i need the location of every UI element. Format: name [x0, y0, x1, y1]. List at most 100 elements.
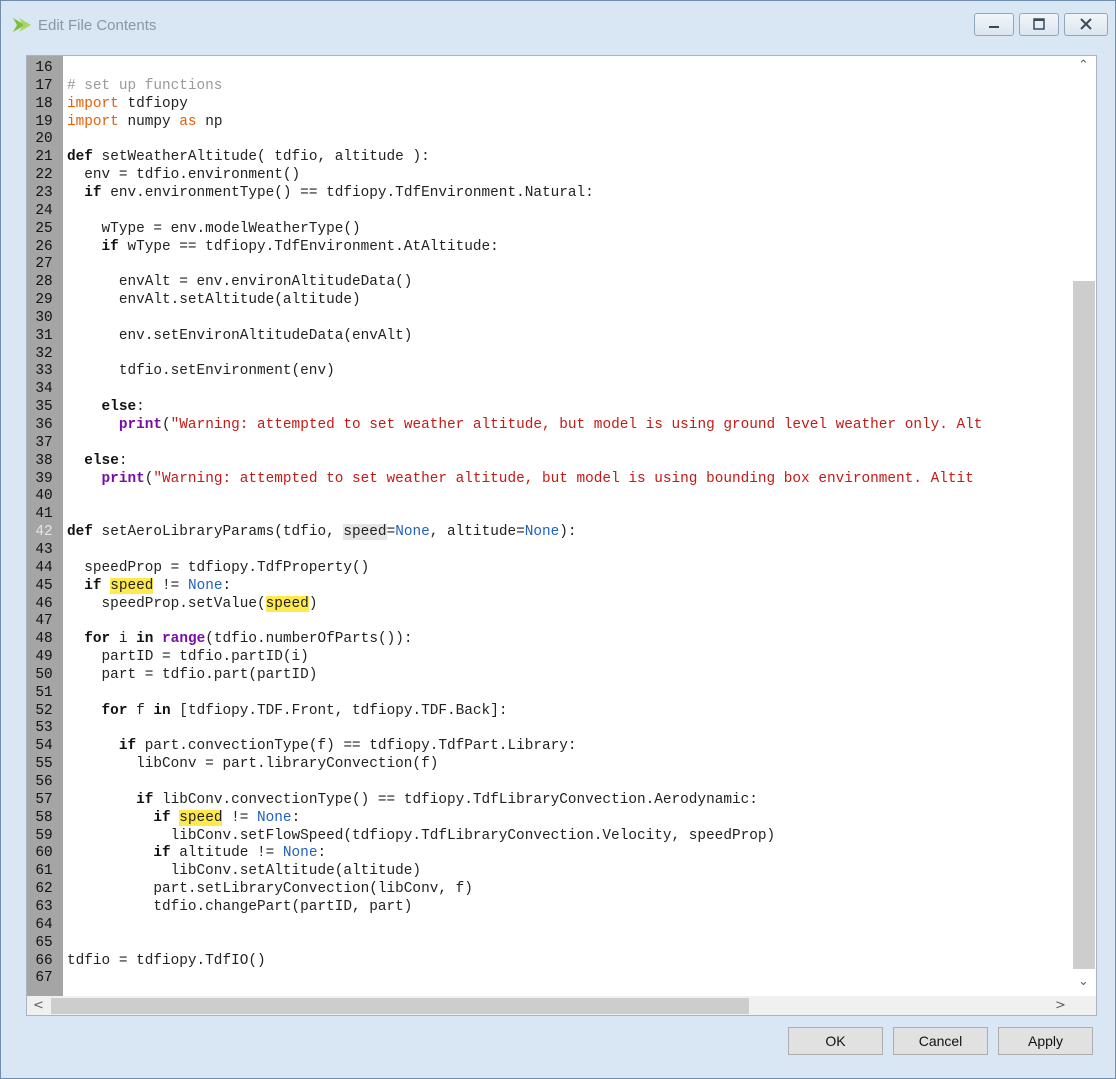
line-number: 63 [35, 898, 53, 915]
close-icon [1080, 18, 1092, 30]
code-text: env = tdfio.environment() [67, 167, 301, 184]
minimize-icon [989, 26, 999, 28]
title-bar[interactable]: Edit File Contents [1, 1, 1115, 51]
code-line[interactable]: 61 libConv.setAltitude(altitude) [35, 862, 1068, 880]
code-text: libConv = part.libraryConvection(f) [67, 756, 439, 773]
code-editor[interactable]: 16 17 # set up functions 18 import tdfiopy 19… [26, 55, 1097, 1016]
line-number: 48 [35, 631, 53, 648]
code-line[interactable]: 45 if speed != None: [35, 577, 1068, 595]
code-line[interactable]: 27 [35, 255, 1068, 273]
code-line[interactable]: 39 print("Warning: attempted to set weat… [35, 470, 1068, 488]
code-line[interactable]: 48 for i in range(tdfio.numberOfParts())… [35, 630, 1068, 648]
code-line[interactable]: 41 [35, 505, 1068, 523]
code-line[interactable]: 30 [35, 309, 1068, 327]
window-title: Edit File Contents [38, 17, 157, 34]
scroll-down-icon[interactable]: ⌄ [1078, 974, 1089, 989]
line-number: 67 [35, 970, 53, 987]
ok-button[interactable]: OK [788, 1027, 883, 1055]
code-line[interactable]: 58 if speed != None: [35, 809, 1068, 827]
line-number: 18 [35, 95, 53, 112]
code-line[interactable]: 46 speedProp.setValue(speed) [35, 595, 1068, 613]
code-line[interactable]: 23 if env.environmentType() == tdfiopy.T… [35, 184, 1068, 202]
code-line[interactable]: 62 part.setLibraryConvection(libConv, f) [35, 880, 1068, 898]
code-line[interactable]: 60 if altitude != None: [35, 844, 1068, 862]
code-line[interactable]: 19 import numpy as np [35, 113, 1068, 131]
code-text: if speed != None: [84, 577, 232, 594]
code-line[interactable]: 29 envAlt.setAltitude(altitude) [35, 291, 1068, 309]
line-number: 30 [35, 309, 53, 326]
code-text: tdfio.setEnvironment(env) [67, 363, 335, 380]
code-text: if part.convectionType(f) == tdfiopy.Tdf… [118, 738, 577, 755]
code-line[interactable]: 56 [35, 773, 1068, 791]
code-line[interactable]: 49 partID = tdfio.partID(i) [35, 648, 1068, 666]
line-number: 29 [35, 292, 53, 309]
code-line[interactable]: 25 wType = env.modelWeatherType() [35, 220, 1068, 238]
code-line[interactable]: 40 [35, 487, 1068, 505]
code-line[interactable]: 36 print("Warning: attempted to set weat… [35, 416, 1068, 434]
code-text: if altitude != None: [153, 845, 327, 862]
line-number: 65 [35, 934, 53, 951]
code-line[interactable]: 22 env = tdfio.environment() [35, 166, 1068, 184]
code-line[interactable]: 31 env.setEnvironAltitudeData(envAlt) [35, 327, 1068, 345]
minimize-button[interactable] [974, 13, 1014, 36]
code-text: def setAeroLibraryParams(tdfio, speed=No… [67, 524, 577, 541]
apply-button[interactable]: Apply [998, 1027, 1093, 1055]
maximize-button[interactable] [1019, 13, 1059, 36]
code-text: if libConv.convectionType() == tdfiopy.T… [136, 791, 758, 808]
vertical-scrollbar[interactable]: ⌃ ⌄ [1072, 56, 1096, 996]
code-line[interactable]: 33 tdfio.setEnvironment(env) [35, 362, 1068, 380]
code-text: wType = env.modelWeatherType() [67, 220, 361, 237]
code-line[interactable]: 17 # set up functions [35, 77, 1068, 95]
code-line[interactable]: 64 [35, 916, 1068, 934]
code-line[interactable]: 66 tdfio = tdfiopy.TdfIO() [35, 952, 1068, 970]
code-text: print("Warning: attempted to set weather… [101, 470, 974, 487]
code-line[interactable]: 57 if libConv.convectionType() == tdfiop… [35, 791, 1068, 809]
code-line[interactable]: 53 [35, 719, 1068, 737]
line-number: 50 [35, 666, 53, 683]
line-number: 62 [35, 881, 53, 898]
close-button[interactable] [1064, 13, 1108, 36]
code-line[interactable]: 32 [35, 345, 1068, 363]
code-line[interactable]: 55 libConv = part.libraryConvection(f) [35, 755, 1068, 773]
vertical-scroll-thumb[interactable] [1073, 281, 1095, 969]
line-number: 19 [35, 113, 53, 130]
code-line[interactable]: 26 if wType == tdfiopy.TdfEnvironment.At… [35, 238, 1068, 256]
line-number: 57 [35, 791, 53, 808]
code-line[interactable]: 44 speedProp = tdfiopy.TdfProperty() [35, 559, 1068, 577]
horizontal-scrollbar[interactable]: < > [27, 996, 1072, 1015]
code-line[interactable]: 18 import tdfiopy [35, 95, 1068, 113]
code-line[interactable]: 28 envAlt = env.environAltitudeData() [35, 273, 1068, 291]
code-line[interactable]: 42 def setAeroLibraryParams(tdfio, speed=… [35, 523, 1068, 541]
code-line[interactable]: 51 [35, 684, 1068, 702]
code-line[interactable]: 52 for f in [tdfiopy.TDF.Front, tdfiopy.… [35, 702, 1068, 720]
line-number: 40 [35, 488, 53, 505]
code-text: part = tdfio.part(partID) [67, 666, 318, 683]
code-line[interactable]: 67 [35, 969, 1068, 987]
code-line[interactable]: 54 if part.convectionType(f) == tdfiopy.… [35, 737, 1068, 755]
code-line[interactable]: 16 [35, 59, 1068, 77]
code-line[interactable]: 47 [35, 612, 1068, 630]
code-line[interactable]: 20 [35, 130, 1068, 148]
code-text: env.setEnvironAltitudeData(envAlt) [67, 327, 413, 344]
cancel-button[interactable]: Cancel [893, 1027, 988, 1055]
code-line[interactable]: 24 [35, 202, 1068, 220]
scrollbar-corner [1072, 996, 1096, 1015]
scroll-up-icon[interactable]: ⌃ [1078, 58, 1089, 73]
line-number: 38 [35, 452, 53, 469]
code-line[interactable]: 65 [35, 934, 1068, 952]
code-line[interactable]: 21 def setWeatherAltitude( tdfio, altitud… [35, 148, 1068, 166]
code-line[interactable]: 34 [35, 380, 1068, 398]
code-line[interactable]: 37 [35, 434, 1068, 452]
code-line[interactable]: 35 else: [35, 398, 1068, 416]
code-text-area[interactable]: 16 17 # set up functions 18 import tdfiopy 19… [27, 56, 1072, 996]
line-number: 46 [35, 595, 53, 612]
code-line[interactable]: 63 tdfio.changePart(partID, part) [35, 898, 1068, 916]
code-line[interactable]: 50 part = tdfio.part(partID) [35, 666, 1068, 684]
scroll-left-icon[interactable]: < [33, 998, 44, 1013]
code-line[interactable]: 59 libConv.setFlowSpeed(tdfiopy.TdfLibra… [35, 827, 1068, 845]
code-line[interactable]: 43 [35, 541, 1068, 559]
line-number: 24 [35, 202, 53, 219]
scroll-right-icon[interactable]: > [1055, 998, 1066, 1013]
horizontal-scroll-thumb[interactable] [51, 998, 749, 1014]
code-line[interactable]: 38 else: [35, 452, 1068, 470]
